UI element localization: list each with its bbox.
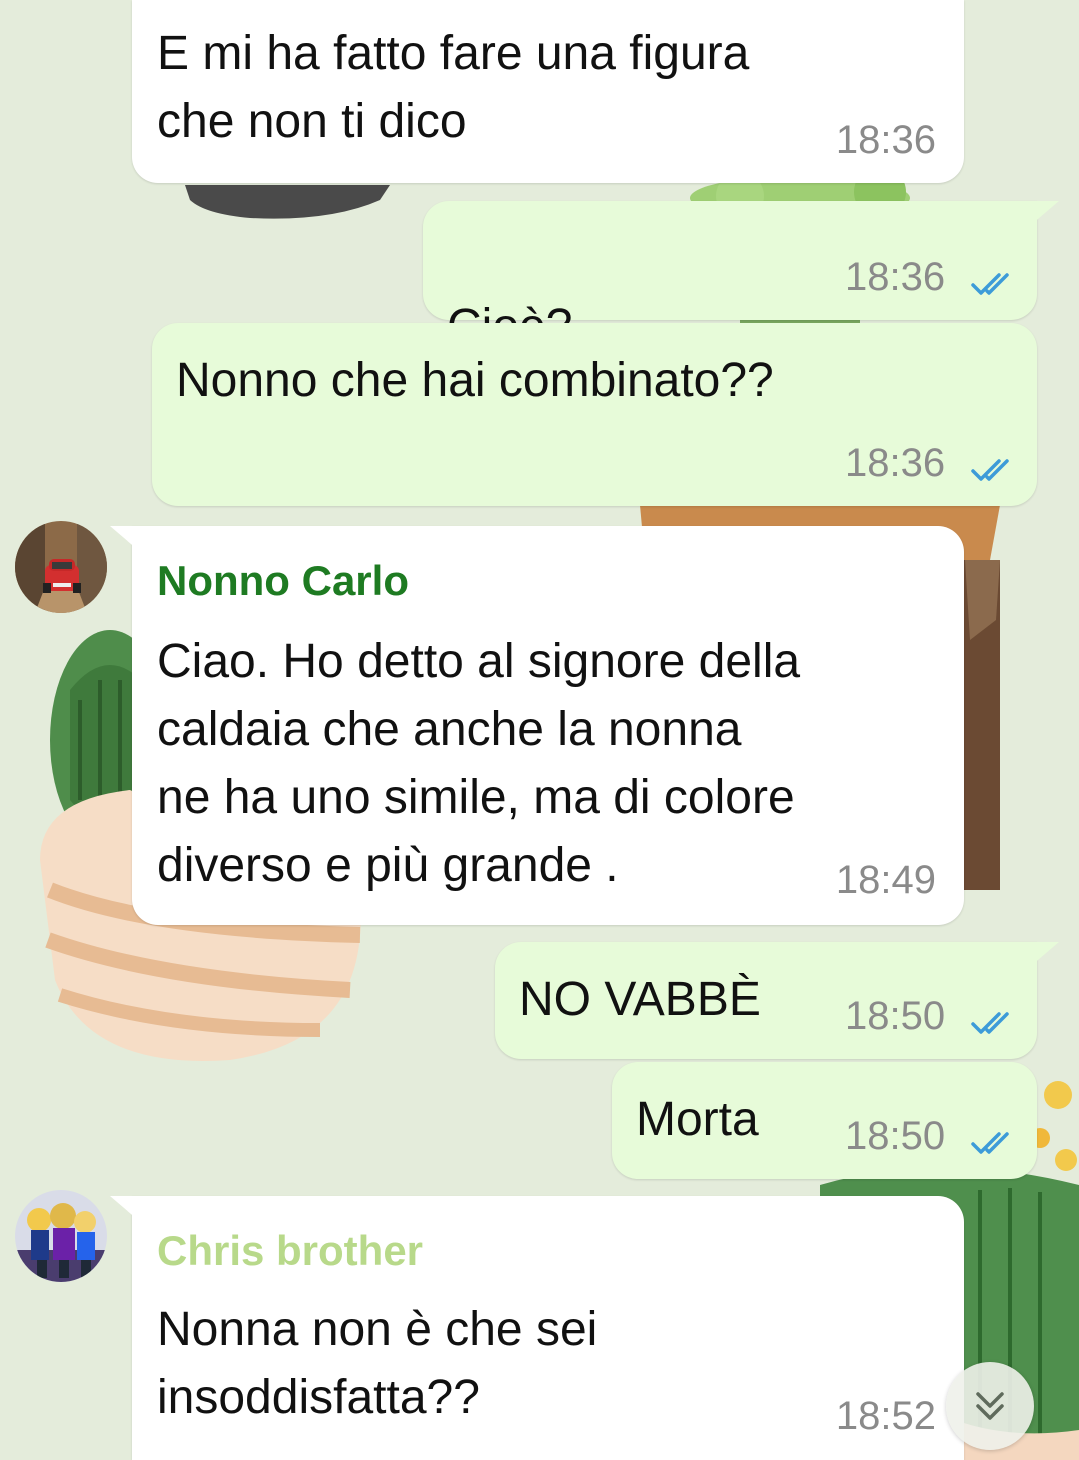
read-receipt-icon: [971, 273, 1009, 295]
message-bubble-incoming[interactable]: Nonno Carlo Ciao. Ho detto al signore de…: [110, 526, 964, 925]
message-bubble-incoming[interactable]: Chris brother Nonna non è che sei insodd…: [110, 1196, 964, 1460]
read-receipt-icon: [971, 1132, 1009, 1154]
message-timestamp: 18:52: [835, 1394, 936, 1438]
message-bubble-outgoing[interactable]: NO VABBÈ 18:50: [495, 942, 1059, 1059]
message-text: Morta: [636, 1093, 759, 1146]
message-text: Nonno che hai combinato??: [176, 354, 774, 407]
message-text: E mi ha fatto fare una figura che non ti…: [157, 27, 750, 148]
message-bubble-outgoing[interactable]: Nonno che hai combinato?? 18:36: [152, 323, 1037, 506]
avatar[interactable]: [15, 1190, 107, 1282]
message-text: NO VABBÈ: [519, 973, 761, 1026]
message-timestamp: 18:49: [835, 858, 936, 902]
sender-name[interactable]: Nonno Carlo: [157, 556, 409, 606]
message-bubble-incoming[interactable]: E mi ha fatto fare una figura che non ti…: [132, 0, 964, 183]
anime-figures-avatar: [15, 1190, 107, 1282]
message-bubble-outgoing[interactable]: Cioè? 18:36: [423, 201, 1059, 421]
message-timestamp: 18:36: [845, 441, 946, 485]
message-timestamp: 18:50: [845, 1114, 946, 1158]
sender-name[interactable]: Chris brother: [157, 1226, 423, 1276]
scroll-to-bottom-button[interactable]: [946, 1362, 1034, 1450]
red-car-avatar: [15, 521, 107, 613]
message-bubble-outgoing[interactable]: Morta 18:50: [612, 1062, 1037, 1179]
read-receipt-icon: [971, 1012, 1009, 1034]
avatar[interactable]: [15, 521, 107, 613]
message-text: Nonna non è che sei insoddisfatta??: [157, 1303, 598, 1424]
message-timestamp: 18:36: [845, 255, 946, 299]
double-chevron-down-icon: [976, 1392, 1004, 1420]
read-receipt-icon: [971, 459, 1009, 481]
message-timestamp: 18:36: [835, 118, 936, 162]
message-timestamp: 18:50: [845, 994, 946, 1038]
message-text: Ciao. Ho detto al signore della caldaia …: [157, 635, 801, 892]
